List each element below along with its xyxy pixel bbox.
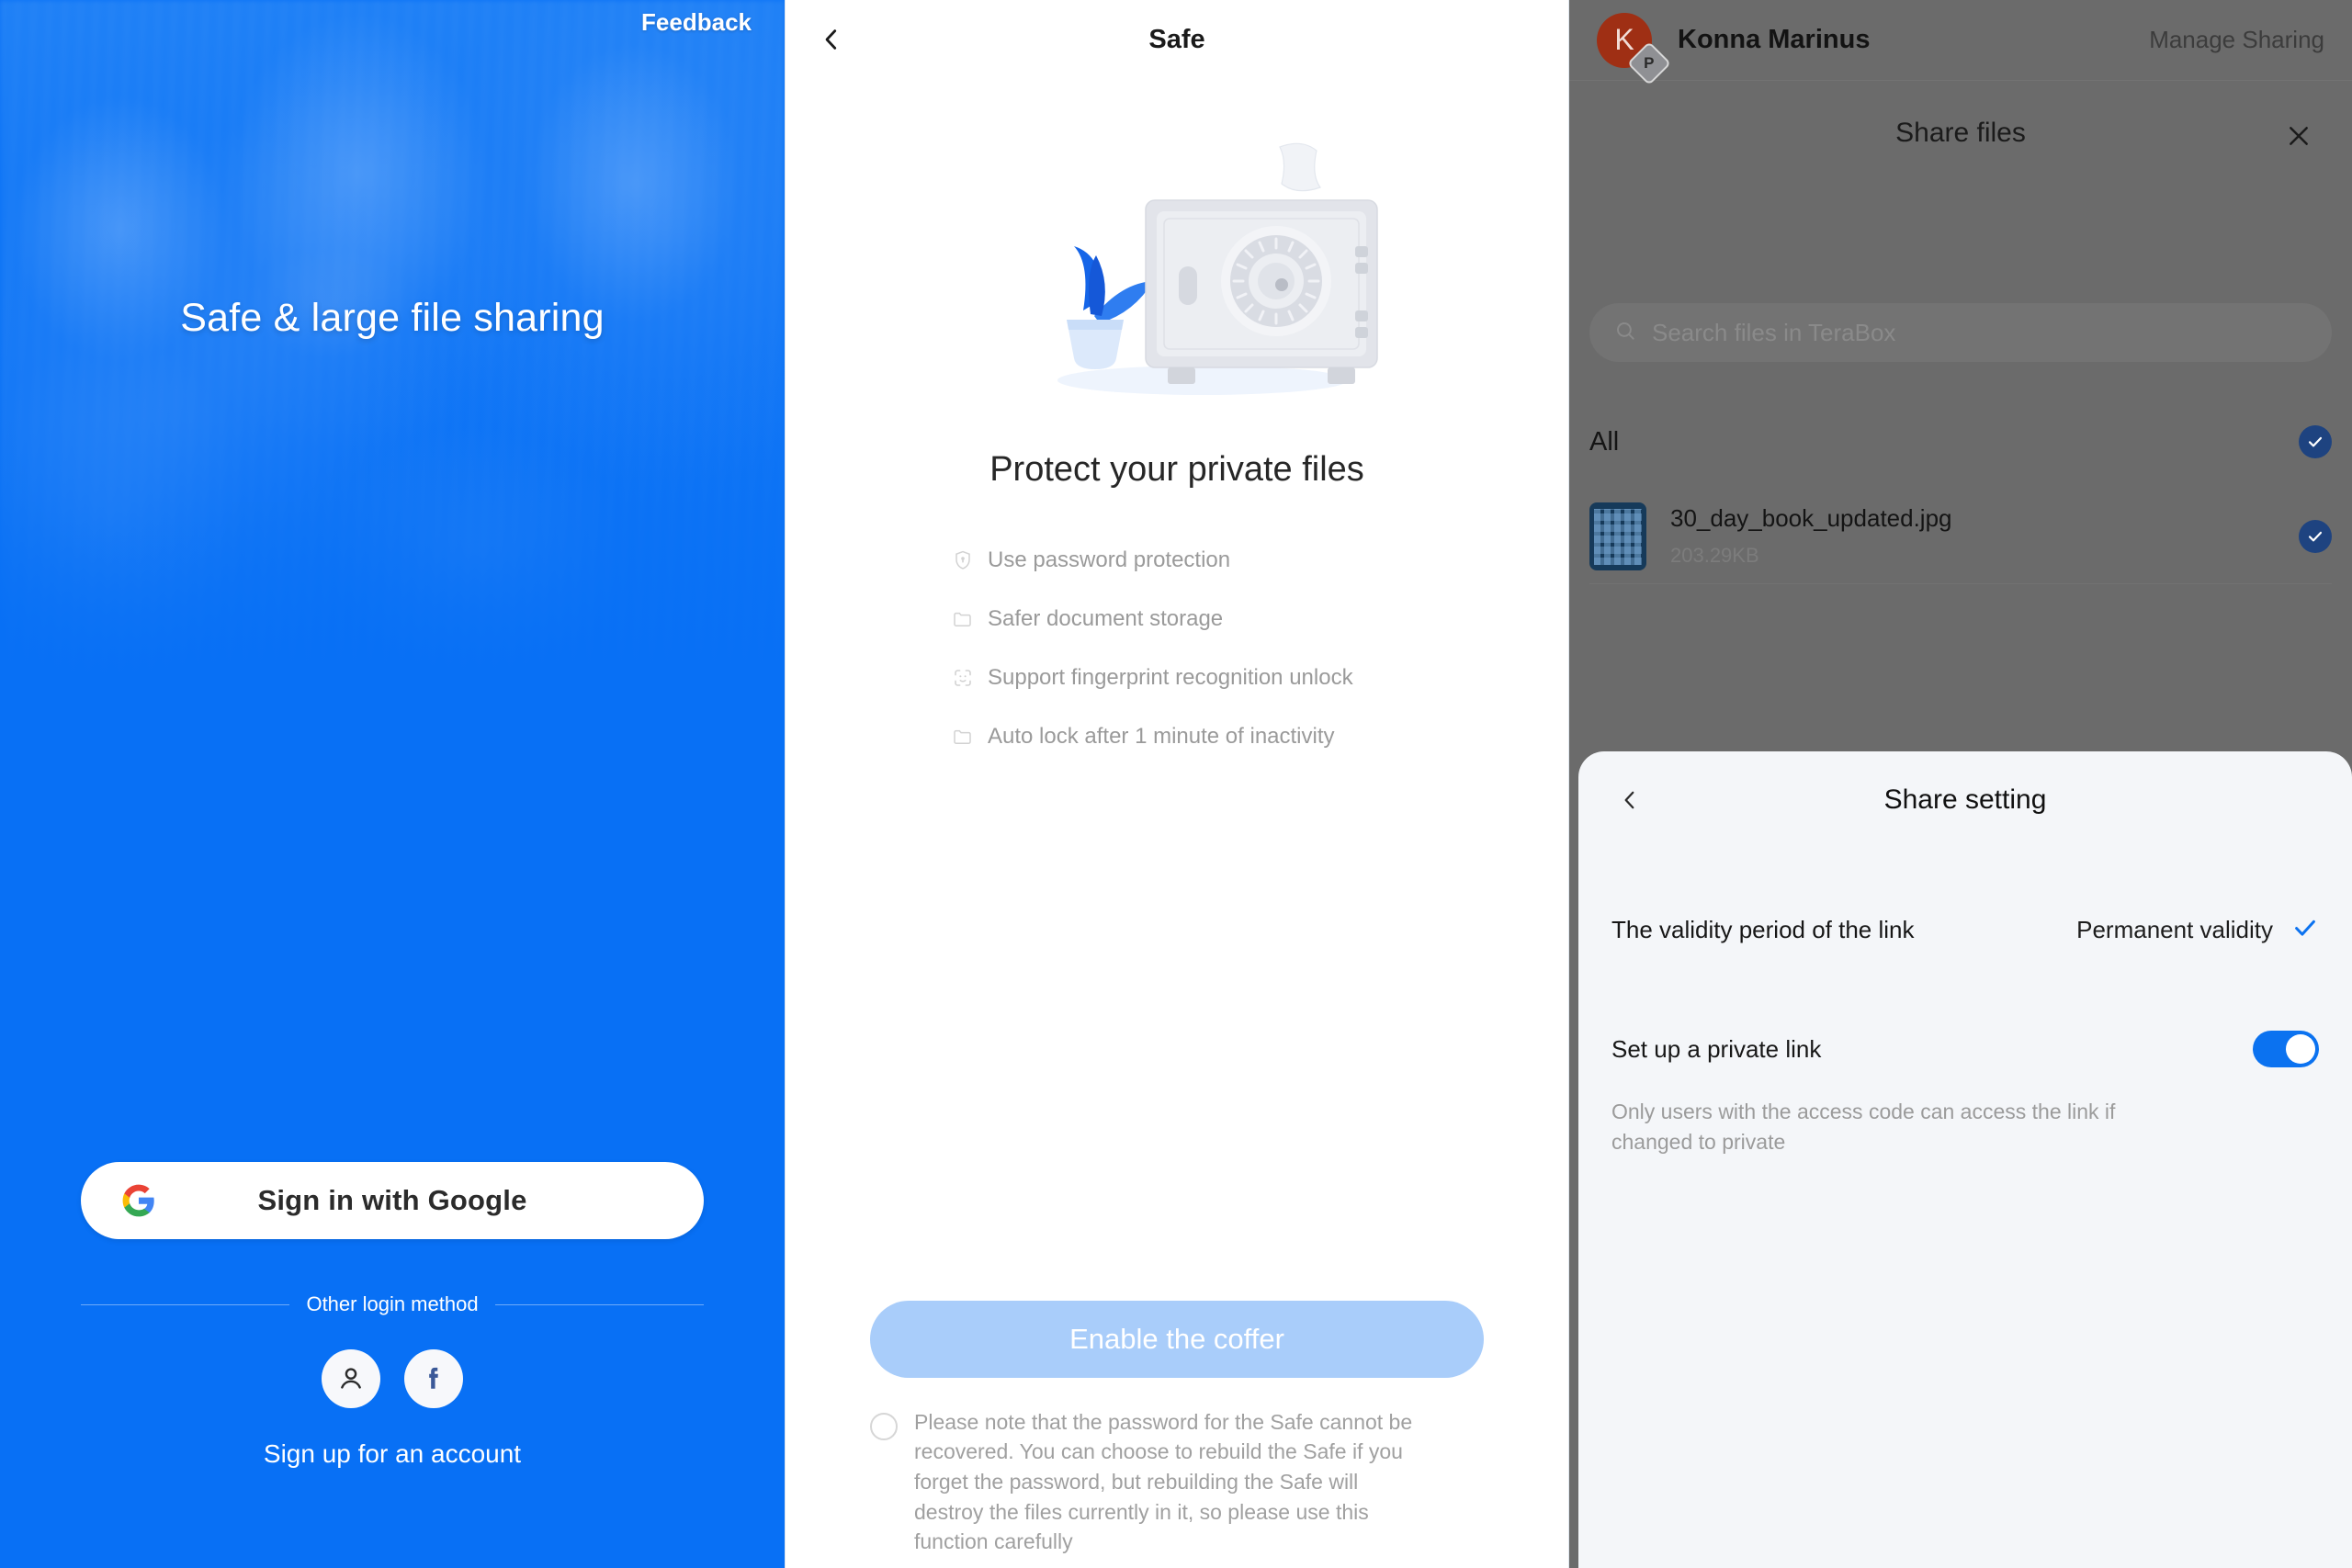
private-link-toggle[interactable] [2253, 1031, 2319, 1067]
feature-label: Auto lock after 1 minute of inactivity [988, 724, 1335, 749]
feature-label: Safer document storage [988, 606, 1224, 631]
back-button[interactable] [811, 19, 852, 60]
search-input[interactable]: Search files in TeraBox [1589, 303, 2332, 362]
page-title: Safe [1148, 24, 1205, 54]
other-login-divider: Other login method [81, 1292, 705, 1316]
search-icon [1613, 319, 1637, 347]
other-login-label: Other login method [306, 1292, 479, 1315]
private-link-help-text: Only users with the access code can acce… [1611, 1100, 2116, 1155]
search-placeholder: Search files in TeraBox [1652, 318, 1896, 346]
select-all-checkbox[interactable] [2299, 425, 2332, 458]
close-icon [2290, 127, 2308, 145]
feedback-link[interactable]: Feedback [641, 8, 752, 37]
validity-period-value: Permanent validity [2076, 915, 2273, 943]
disclaimer-checkbox[interactable] [870, 1412, 898, 1440]
safe-topbar: Safe [786, 0, 1568, 79]
check-icon [2308, 436, 2323, 447]
feature-item: Auto lock after 1 minute of inactivity [951, 714, 1568, 760]
feature-list: Use password protection Safer document s… [786, 537, 1568, 760]
google-icon [121, 1183, 156, 1218]
google-button-label: Sign in with Google [257, 1184, 527, 1216]
safe-vault-illustration [786, 140, 1568, 406]
login-actions: Sign in with Google Other login method S… [0, 1162, 785, 1568]
hero-banner [0, 0, 785, 698]
account-bar: K P Konna Marinus Manage Sharing [1569, 0, 2352, 85]
sign-in-with-google-button[interactable]: Sign in with Google [81, 1162, 704, 1239]
account-login-button[interactable] [322, 1349, 380, 1408]
file-size: 203.29KB [1670, 544, 1759, 567]
divider-left [81, 1303, 290, 1305]
private-link-row: Set up a private link [1578, 1016, 2352, 1082]
file-checkbox[interactable] [2299, 519, 2332, 553]
disclaimer-text: Please note that the password for the Sa… [914, 1409, 1413, 1554]
avatar-badge-label: P [1644, 53, 1655, 72]
feature-label: Use password protection [988, 547, 1231, 572]
facebook-login-button[interactable] [404, 1349, 463, 1408]
sheet-title: Share setting [1883, 784, 2047, 815]
social-login-row [81, 1349, 704, 1408]
avatar[interactable]: K P [1597, 12, 1672, 85]
sheet-topbar: Share setting [1578, 751, 2352, 849]
share-screen: K P Konna Marinus Manage Sharing Share f… [1569, 0, 2352, 1568]
share-files-title: Share files [1895, 118, 2026, 148]
share-setting-sheet: Share setting The validity period of the… [1578, 751, 2352, 1568]
screenshot-root: Feedback Safe & large file sharing Sign … [0, 0, 2352, 1568]
check-icon [2308, 531, 2323, 541]
avatar-initial: K [1614, 23, 1634, 56]
feature-item: Use password protection [951, 537, 1568, 583]
safe-caption: Protect your private files [989, 450, 1364, 489]
login-screen: Feedback Safe & large file sharing Sign … [0, 0, 785, 1568]
enable-coffer-button[interactable]: Enable the coffer [870, 1300, 1484, 1378]
sign-up-link[interactable]: Sign up for an account [81, 1439, 704, 1469]
disclaimer-block: Please note that the password for the Sa… [870, 1407, 1484, 1557]
validity-period-row[interactable]: The validity period of the link Permanen… [1578, 887, 2352, 972]
facebook-icon [429, 1367, 438, 1389]
private-link-label: Set up a private link [1611, 1034, 1822, 1063]
shield-lock-icon [951, 548, 975, 572]
file-meta: 30_day_book_updated.jpg 203.29KB [1670, 504, 1952, 568]
chevron-left-icon [1624, 791, 1634, 809]
safe-screen: Safe Protect your private files Use pass… [785, 0, 1569, 1568]
manage-sharing-link[interactable]: Manage Sharing [2149, 26, 2324, 54]
feature-item: Safer document storage [951, 596, 1568, 642]
file-thumbnail [1589, 502, 1646, 570]
file-name: 30_day_book_updated.jpg [1670, 504, 1952, 532]
folder-icon [951, 725, 975, 749]
hero-title: Safe & large file sharing [180, 296, 605, 340]
divider-right [494, 1303, 705, 1305]
folder-icon [951, 607, 975, 631]
feature-item: Support fingerprint recognition unlock [951, 655, 1568, 701]
face-id-icon [951, 666, 975, 690]
validity-check-icon [2291, 914, 2319, 946]
select-all-row[interactable]: All [1589, 413, 2332, 470]
person-icon [341, 1368, 361, 1389]
account-name: Konna Marinus [1678, 25, 1871, 54]
close-button[interactable] [2278, 116, 2319, 156]
chevron-left-icon [825, 29, 837, 50]
safe-footer: Enable the coffer Please note that the p… [786, 1300, 1568, 1568]
file-list-item[interactable]: 30_day_book_updated.jpg 203.29KB [1589, 489, 2332, 584]
validity-period-label: The validity period of the link [1611, 915, 1915, 943]
hero-blue-overlay [0, 0, 785, 698]
sheet-back-button[interactable] [1611, 782, 1648, 818]
all-label: All [1589, 426, 1620, 457]
toggle-knob [2286, 1034, 2315, 1064]
feature-label: Support fingerprint recognition unlock [988, 665, 1353, 690]
